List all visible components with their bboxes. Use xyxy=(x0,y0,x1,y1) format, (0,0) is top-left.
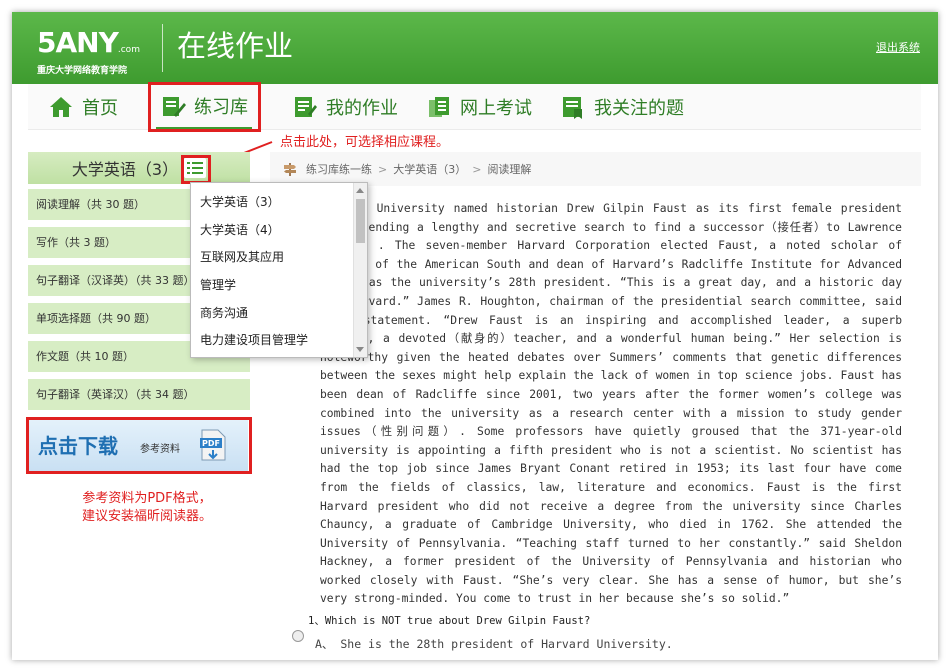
breadcrumb-item-3: 阅读理解 xyxy=(487,163,532,176)
option-a-label[interactable]: A、 She is the 28th president of Harvard … xyxy=(315,636,673,652)
breadcrumb-item-1[interactable]: 练习库练一练 xyxy=(306,161,372,177)
breadcrumb: 练习库练一练 > 大学英语（3） > 阅读理解 xyxy=(270,152,921,186)
bookmark-icon xyxy=(563,97,582,119)
logo-com-text: .com xyxy=(117,45,140,55)
logo-subtitle: 重庆大学网络教育学院 xyxy=(37,66,128,76)
pdf-icon-label: PDF xyxy=(202,439,220,448)
reading-passage: Harvard University named historian Drew … xyxy=(320,202,902,606)
scroll-down-icon[interactable] xyxy=(356,347,364,352)
pdf-hint-text: 参考资料为PDF格式， 建议安装福昕阅读器。 xyxy=(72,490,222,526)
download-label: 点击下载 xyxy=(38,434,118,458)
dropdown-scrollbar[interactable] xyxy=(353,183,367,357)
signpost-icon xyxy=(284,163,296,176)
exam-icon xyxy=(429,97,449,117)
practice-icon xyxy=(163,96,186,117)
nav-item-home[interactable]: 首页 xyxy=(48,84,118,130)
logo-main-text: 5ANY xyxy=(37,26,119,59)
list-icon xyxy=(187,162,204,174)
app-header: 5ANY.com 重庆大学网络教育学院 在线作业 退出系统 xyxy=(12,12,938,84)
homework-icon xyxy=(295,97,317,117)
question-text: 1、Which is NOT true about Drew Gilpin Fa… xyxy=(308,615,591,627)
nav-label-homework: 我的作业 xyxy=(326,98,398,119)
sany-logo: 5ANY.com 重庆大学网络教育学院 xyxy=(37,29,140,77)
nav-item-practice[interactable]: 练习库 xyxy=(156,84,252,130)
course-option[interactable]: 大学英语（4） xyxy=(200,221,280,238)
nav-label-home: 首页 xyxy=(82,98,118,119)
nav-item-bookmarks[interactable]: 我关注的题 xyxy=(560,84,684,130)
nav-item-homework[interactable]: 我的作业 xyxy=(292,84,398,130)
option-a-radio[interactable] xyxy=(292,630,304,642)
header-divider xyxy=(162,24,163,72)
course-option[interactable]: 商务沟通 xyxy=(200,304,248,321)
scroll-up-icon[interactable] xyxy=(356,188,364,193)
scrollbar-thumb[interactable] xyxy=(356,199,365,243)
main-nav: 首页 练习库 我的作业 网上考试 我关注的题 xyxy=(28,84,921,130)
breadcrumb-item-2[interactable]: 大学英语（3） xyxy=(393,161,466,177)
app-title: 在线作业 xyxy=(177,29,294,63)
pdf-hint-line2: 建议安装福昕阅读器。 xyxy=(81,509,212,524)
breadcrumb-separator: > xyxy=(378,162,388,176)
page-frame: 5ANY.com 重庆大学网络教育学院 在线作业 退出系统 首页 练习库 我的作… xyxy=(12,12,938,660)
nav-label-practice: 练习库 xyxy=(194,96,248,118)
logout-link[interactable]: 退出系统 xyxy=(876,39,920,55)
course-option[interactable]: 互联网及其应用 xyxy=(200,248,284,265)
nav-label-exam: 网上考试 xyxy=(460,98,532,119)
pdf-hint-line1: 参考资料为PDF格式， xyxy=(82,491,212,506)
course-option[interactable]: 管理学 xyxy=(200,276,236,293)
category-translation-en-cn[interactable]: 句子翻译（英译汉）（共 34 题） xyxy=(28,379,250,410)
course-option[interactable]: 大学英语（3） xyxy=(200,193,280,210)
course-header: 大学英语（3） xyxy=(28,152,250,184)
home-icon xyxy=(50,97,72,117)
breadcrumb-separator: > xyxy=(472,162,482,176)
nav-item-exam[interactable]: 网上考试 xyxy=(426,84,532,130)
nav-label-bookmarks: 我关注的题 xyxy=(594,98,684,119)
course-hint-text: 点击此处，可选择相应课程。 xyxy=(280,135,450,150)
download-reference-button[interactable]: 点击下载 参考资料 PDF xyxy=(28,420,248,471)
pdf-icon: PDF xyxy=(200,429,226,461)
course-dropdown: 大学英语（3） 大学英语（4） 互联网及其应用 管理学 商务沟通 电力建设项目管… xyxy=(190,182,368,358)
course-list-button[interactable] xyxy=(184,158,207,178)
course-name: 大学英语（3） xyxy=(71,160,179,179)
course-option[interactable]: 电力建设项目管理学 xyxy=(200,331,308,348)
reference-label: 参考资料 xyxy=(140,444,180,455)
